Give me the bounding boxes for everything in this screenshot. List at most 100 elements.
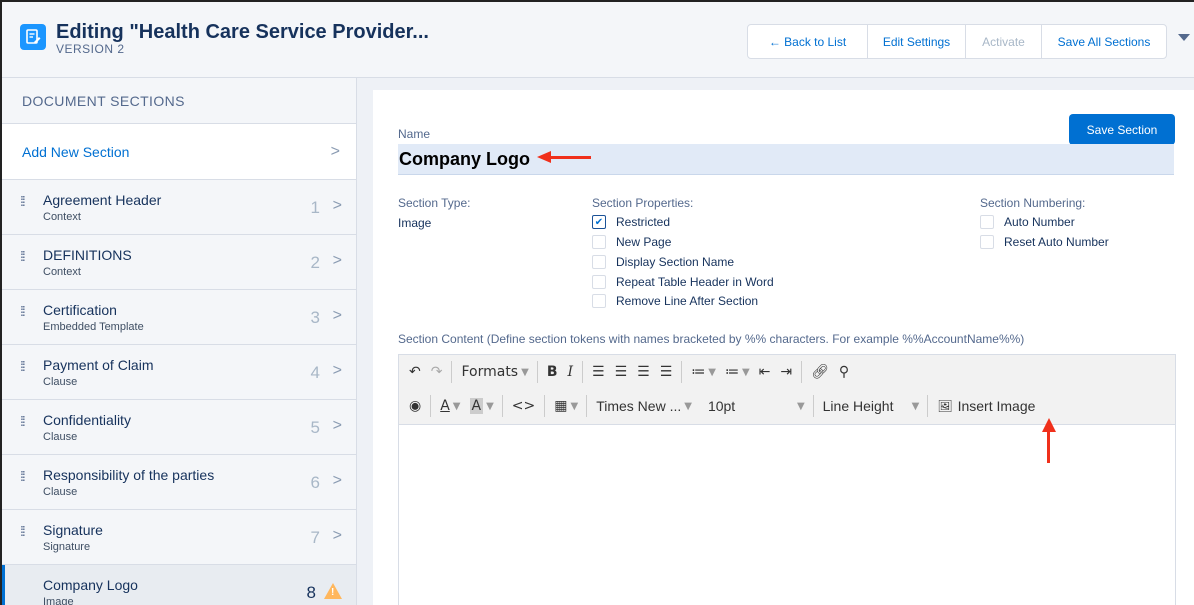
section-item[interactable]: ⁞⁞ Signature Signature 7 > xyxy=(2,510,356,565)
toolbar-separator xyxy=(812,395,814,417)
section-name: Payment of Claim xyxy=(43,357,154,373)
chevron-right-icon: > xyxy=(332,362,342,379)
editor-content-area[interactable] xyxy=(399,425,1175,605)
font-size-dropdown[interactable]: 10pt xyxy=(708,398,794,414)
align-center-icon[interactable]: ☰ xyxy=(615,364,628,380)
edit-settings-button[interactable]: Edit Settings xyxy=(868,25,966,58)
restricted-checkbox[interactable]: ✔ Restricted xyxy=(592,215,670,229)
add-new-section-button[interactable]: Add New Section > xyxy=(2,124,356,180)
drag-handle-icon[interactable]: ⁞⁞ xyxy=(20,524,30,538)
section-name-field[interactable]: Company Logo xyxy=(398,144,1174,175)
section-type: Context xyxy=(43,211,81,223)
chevron-right-icon: > xyxy=(332,417,342,434)
numbered-list-icon[interactable]: ≔ xyxy=(725,364,739,380)
section-item[interactable]: ⁞⁞ Responsibility of the parties Clause … xyxy=(2,455,356,510)
section-type: Context xyxy=(43,266,81,278)
annotation-arrow-up-icon xyxy=(1042,418,1056,464)
chevron-down-icon: ▼ xyxy=(708,366,716,378)
repeat-table-header-checkbox[interactable]: Repeat Table Header in Word xyxy=(592,275,774,289)
image-icon[interactable]: 🖼︎ xyxy=(937,399,952,413)
redo-icon[interactable]: ↷ xyxy=(431,364,443,380)
source-code-icon[interactable]: <> xyxy=(512,398,535,414)
undo-icon[interactable]: ↶ xyxy=(409,364,421,380)
chevron-down-icon: ▼ xyxy=(570,400,579,412)
chevron-right-icon: > xyxy=(332,472,342,489)
section-item[interactable]: ⁞⁞ Confidentiality Clause 5 > xyxy=(2,400,356,455)
back-to-list-button[interactable]: ← Back to List xyxy=(748,25,868,58)
text-color-icon[interactable]: A xyxy=(440,398,450,414)
font-family-dropdown[interactable]: Times New ... xyxy=(596,398,681,414)
section-name: Signature xyxy=(43,522,103,538)
name-label: Name xyxy=(398,127,431,141)
checkbox-checked-icon[interactable]: ✔ xyxy=(592,215,606,229)
section-type: Image xyxy=(43,596,74,605)
section-item[interactable]: ⁞⁞ Agreement Header Context 1 > xyxy=(2,180,356,235)
section-number: 1 xyxy=(310,198,320,217)
section-number: 4 xyxy=(310,363,320,382)
toolbar-separator xyxy=(801,361,803,383)
checkbox-icon[interactable] xyxy=(980,235,994,249)
toolbar-separator xyxy=(451,361,453,383)
remove-line-after-section-checkbox[interactable]: Remove Line After Section xyxy=(592,294,758,308)
checkbox-icon[interactable] xyxy=(592,294,606,308)
chevron-right-icon: > xyxy=(332,252,342,269)
section-item[interactable]: ⁞⁞ DEFINITIONS Context 2 > xyxy=(2,235,356,290)
section-name: Confidentiality xyxy=(43,412,131,428)
section-editor-panel: Name Save Section Company Logo Section T… xyxy=(373,90,1194,605)
checkbox-label: Repeat Table Header in Word xyxy=(616,275,774,289)
section-item[interactable]: ⁞⁞ Certification Embedded Template 3 > xyxy=(2,290,356,345)
checkbox-icon[interactable] xyxy=(980,215,994,229)
insert-image-button[interactable]: Insert Image xyxy=(958,398,1036,414)
bold-icon[interactable]: B xyxy=(547,364,558,380)
toolbar-separator xyxy=(501,395,503,417)
section-number: 3 xyxy=(310,308,320,327)
checkbox-icon[interactable] xyxy=(592,275,606,289)
section-item-active[interactable]: Company Logo Image 8 ! xyxy=(2,565,356,605)
section-number: 5 xyxy=(310,418,320,437)
drag-handle-icon[interactable]: ⁞⁞ xyxy=(20,249,30,263)
section-name: Company Logo xyxy=(43,577,138,593)
table-icon[interactable]: ▦ xyxy=(554,398,567,414)
italic-icon[interactable]: I xyxy=(567,364,573,380)
toolbar-separator xyxy=(586,395,588,417)
drag-handle-icon[interactable]: ⁞⁞ xyxy=(20,414,30,428)
drag-handle-icon[interactable]: ⁞⁞ xyxy=(20,304,30,318)
link-icon[interactable]: 🔗︎ xyxy=(811,364,829,380)
align-justify-icon[interactable]: ☰ xyxy=(660,364,673,380)
checkbox-label: Restricted xyxy=(616,215,671,229)
drag-handle-icon[interactable]: ⁞⁞ xyxy=(20,359,30,373)
background-color-icon[interactable]: A xyxy=(469,398,484,414)
bullet-list-icon[interactable]: ≔ xyxy=(691,364,705,380)
drag-handle-icon[interactable]: ⁞⁞ xyxy=(20,469,30,483)
checkbox-icon[interactable] xyxy=(592,235,606,249)
add-new-section-label: Add New Section xyxy=(22,143,130,160)
editor-toolbar: ↶ ↷ Formats ▼ B I ☰ ☰ ☰ ☰ ≔ ▼ ≔ ▼ ⇤ ⇥ 🔗︎… xyxy=(399,355,1175,425)
toolbar-row-2: ◉ A ▼ A ▼ <> ▦ ▼ Times New ... ▼ 10pt ▼ Line … xyxy=(399,389,1040,423)
toolbar-separator xyxy=(544,395,546,417)
auto-number-checkbox[interactable]: Auto Number xyxy=(980,215,1075,229)
display-section-name-checkbox[interactable]: Display Section Name xyxy=(592,255,734,269)
section-name: Responsibility of the parties xyxy=(43,467,215,483)
line-height-dropdown[interactable]: Line Height xyxy=(823,398,909,414)
checkbox-label: Display Section Name xyxy=(616,255,735,269)
outdent-icon[interactable]: ⇤ xyxy=(759,364,771,380)
section-item[interactable]: ⁞⁞ Payment of Claim Clause 4 > xyxy=(2,345,356,400)
activate-button[interactable]: Activate xyxy=(966,25,1042,58)
align-left-icon[interactable]: ☰ xyxy=(592,364,605,380)
align-right-icon[interactable]: ☰ xyxy=(637,364,650,380)
find-binoculars-icon[interactable]: ⚲ xyxy=(839,364,849,380)
checkbox-icon[interactable] xyxy=(592,255,606,269)
save-section-button[interactable]: Save Section xyxy=(1069,114,1175,145)
formats-dropdown[interactable]: Formats xyxy=(461,364,518,380)
new-page-checkbox[interactable]: New Page xyxy=(592,235,671,249)
chevron-down-icon[interactable] xyxy=(1178,34,1190,41)
toolbar-row-1: ↶ ↷ Formats ▼ B I ☰ ☰ ☰ ☰ ≔ ▼ ≔ ▼ ⇤ ⇥ 🔗︎… xyxy=(399,355,854,389)
preview-eye-icon[interactable]: ◉ xyxy=(409,398,421,414)
chevron-down-icon: ▼ xyxy=(796,400,805,412)
drag-handle-icon[interactable]: ⁞⁞ xyxy=(20,194,30,208)
section-number: 2 xyxy=(310,253,320,272)
section-type-value: Image xyxy=(398,216,432,230)
indent-icon[interactable]: ⇥ xyxy=(780,364,792,380)
save-all-sections-button[interactable]: Save All Sections xyxy=(1042,25,1166,58)
reset-auto-number-checkbox[interactable]: Reset Auto Number xyxy=(980,235,1109,249)
